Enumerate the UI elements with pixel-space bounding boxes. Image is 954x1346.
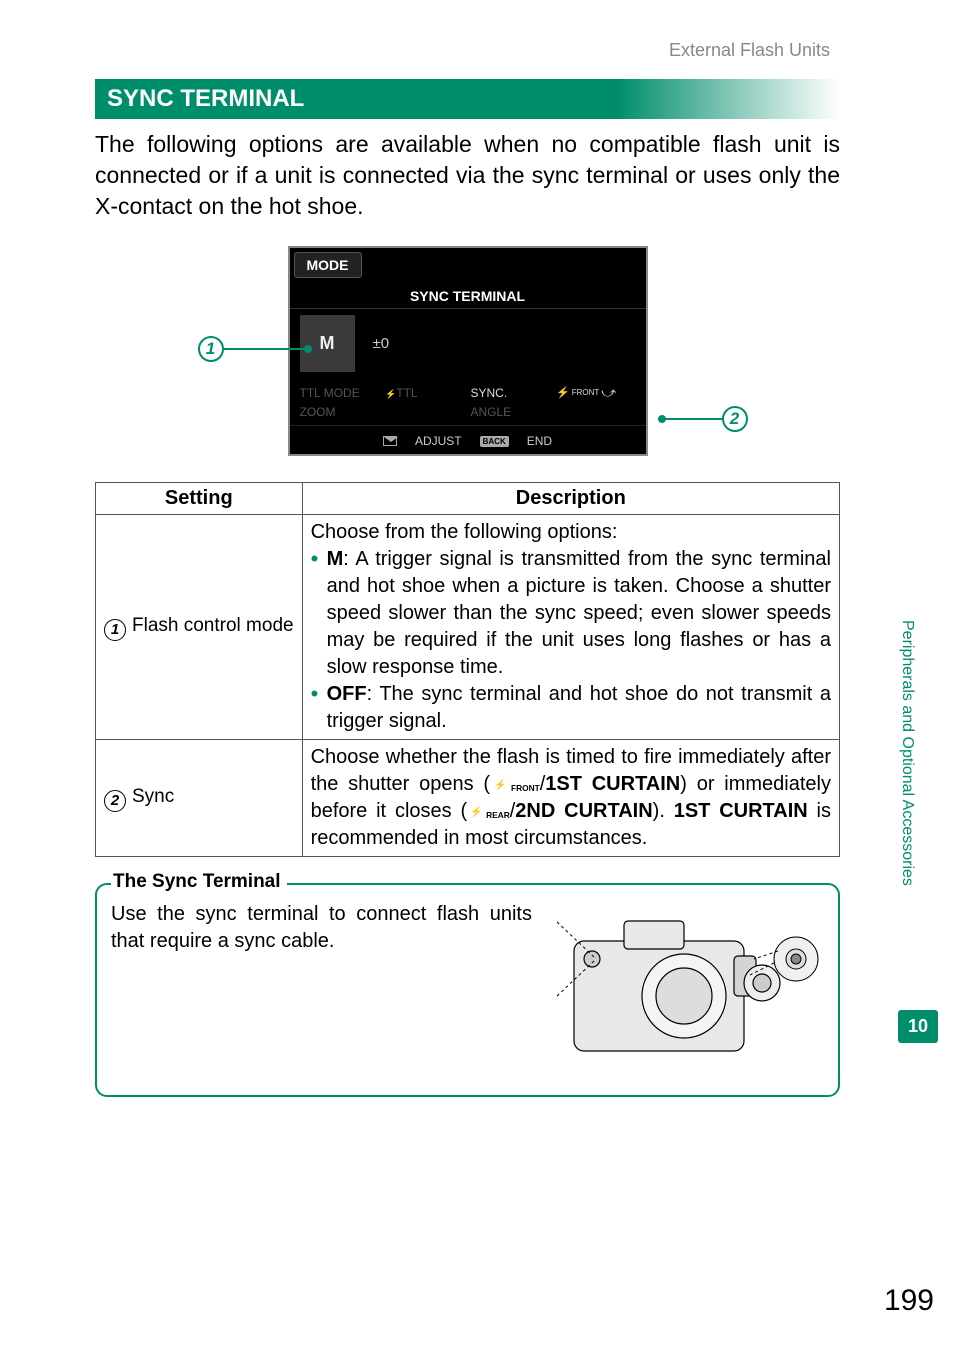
ttl-mode-label: TTL MODE [300,386,380,400]
row2-label: Sync [132,786,174,807]
table-row: 1 Flash control mode Choose from the foll… [96,515,840,740]
mode-pill: MODE [294,252,362,278]
page-number: 199 [884,1284,934,1318]
chapter-badge: 10 [898,1010,938,1043]
col-setting: Setting [96,483,303,515]
front-curtain-icon: ⚡FRONT [490,780,540,791]
callout-2-line [664,418,722,420]
angle-label: ANGLE [471,405,551,419]
callout-1-dot [304,345,312,353]
callout-2-dot [658,415,666,423]
note-box: The Sync Terminal Use the sync terminal … [95,883,840,1097]
row1-option-m: M: A trigger signal is transmitted from … [311,546,831,681]
flash-comp-value: ±0 [373,335,390,352]
note-title: The Sync Terminal [111,871,287,893]
side-rail: Peripherals and Optional Accessories 10 [890,0,946,1346]
zoom-label: ZOOM [300,405,380,419]
row1-lead: Choose from the following options: [311,519,831,546]
row2-description: Choose whether the flash is timed to fir… [302,740,839,857]
section-title-bar: SYNC TERMINAL [95,79,840,119]
lcd-figure: 1 2 MODE SYNC TERMINAL M ±0 TTL MODE ⚡TT… [228,246,708,456]
col-description: Description [302,483,839,515]
callout-1-circle: 1 [198,336,224,362]
lcd-screen: MODE SYNC TERMINAL M ±0 TTL MODE ⚡TTL SY… [288,246,648,456]
row1-number: 1 [104,619,126,641]
camera-illustration [544,901,824,1081]
sync-label: SYNC. [471,386,551,400]
note-text: Use the sync terminal to connect flash u… [111,901,532,955]
callout-2-circle: 2 [722,406,748,432]
row1-label: Flash control mode [132,615,294,636]
settings-table: Setting Description 1 Flash control mode … [95,482,840,857]
sync-value: ⚡FRONT⤻ [556,384,636,401]
intro-paragraph: The following options are available when… [95,129,840,222]
callout-1-line [224,348,306,350]
side-section-label: Peripherals and Optional Accessories [898,620,916,886]
flash-mode-value: M [300,315,355,372]
adjust-icon [383,436,397,446]
breadcrumb: External Flash Units [95,40,840,61]
row2-number: 2 [104,790,126,812]
rear-curtain-icon: ⚡REAR [467,807,510,818]
end-label: END [527,434,552,448]
ttl-mode-value: ⚡TTL [385,386,465,400]
row1-option-off: OFF: The sync terminal and hot shoe do n… [311,681,831,735]
lcd-title: SYNC TERMINAL [290,282,646,309]
adjust-label: ADJUST [415,434,462,448]
table-row: 2 Sync Choose whether the flash is timed … [96,740,840,857]
back-icon: BACK [480,436,509,447]
